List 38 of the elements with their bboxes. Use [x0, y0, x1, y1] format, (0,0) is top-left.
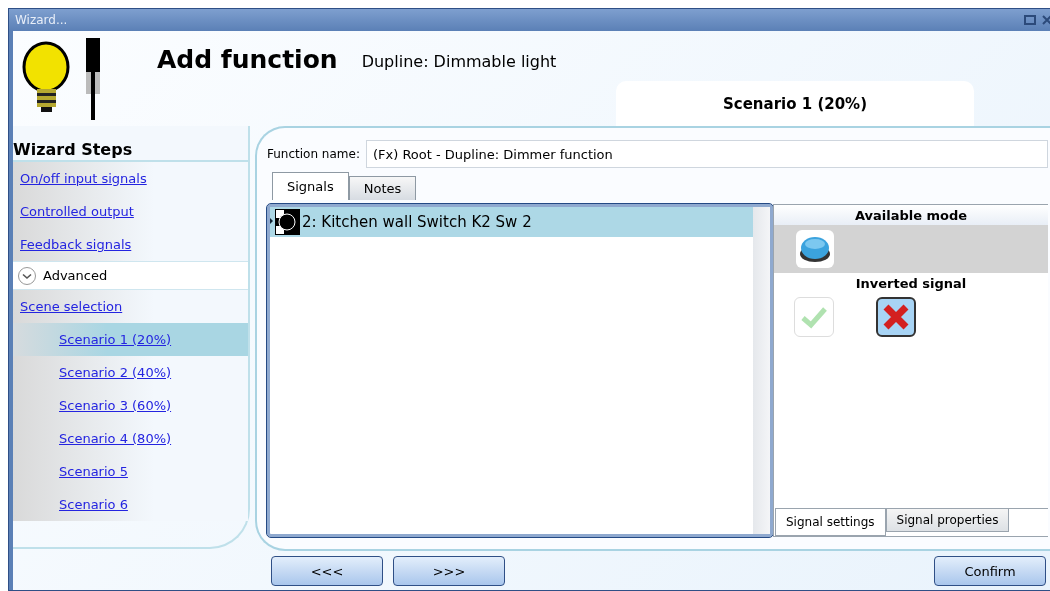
- signal-row[interactable]: 2: Kitchen wall Switch K2 Sw 2: [270, 207, 753, 237]
- section-heading: Available mode: [774, 205, 1048, 225]
- confirm-button[interactable]: Confirm: [934, 556, 1046, 586]
- step-item[interactable]: Controlled output: [13, 195, 248, 228]
- function-name-label: Function name:: [267, 147, 360, 161]
- tab[interactable]: Signal properties: [885, 509, 1010, 532]
- step-item[interactable]: Feedback signals: [13, 228, 248, 261]
- chevron-icon: [17, 265, 37, 286]
- push-button-mode[interactable]: [796, 230, 834, 268]
- maximize-icon[interactable]: [1024, 15, 1036, 25]
- tab[interactable]: Signal settings: [775, 509, 886, 536]
- window-title: Wizard...: [15, 13, 68, 27]
- page-title: Add function: [157, 45, 338, 76]
- next-button[interactable]: >>>: [393, 556, 505, 586]
- page-subtitle: Dupline: Dimmable light: [361, 52, 557, 73]
- signal-label: 2: Kitchen wall Switch K2 Sw 2: [302, 213, 532, 231]
- step-item[interactable]: Scenario 6: [13, 488, 248, 521]
- step-item[interactable]: Scenario 5: [13, 455, 248, 488]
- step-item[interactable]: Scenario 1 (20%): [13, 323, 248, 356]
- switch-icon: [270, 208, 300, 236]
- step-item[interactable]: Scenario 3 (60%): [13, 389, 248, 422]
- cross-icon: [882, 303, 910, 331]
- tick-mark-icon: [800, 305, 828, 329]
- push-button-icon: [799, 234, 831, 264]
- no-option-button[interactable]: [876, 297, 916, 337]
- step-item[interactable]: Scenario 4 (80%): [13, 422, 248, 455]
- step-item[interactable]: Scenario 2 (40%): [13, 356, 248, 389]
- advanced-label: Advanced: [43, 268, 108, 283]
- sidebar-title: Wizard Steps: [13, 126, 248, 160]
- back-button[interactable]: <<<: [271, 556, 383, 586]
- step-item[interactable]: Scene selection: [13, 290, 248, 323]
- function-name-field[interactable]: (Fx) Root - Dupline: Dimmer function: [365, 140, 1048, 168]
- step-item[interactable]: On/off input signals: [13, 162, 248, 195]
- advanced-expander[interactable]: Advanced: [13, 261, 248, 290]
- tab[interactable]: Signals: [272, 172, 349, 200]
- scenario-tab[interactable]: Scenario 1 (20%): [616, 81, 974, 126]
- tab[interactable]: Notes: [348, 176, 417, 200]
- close-icon[interactable]: [1042, 15, 1050, 25]
